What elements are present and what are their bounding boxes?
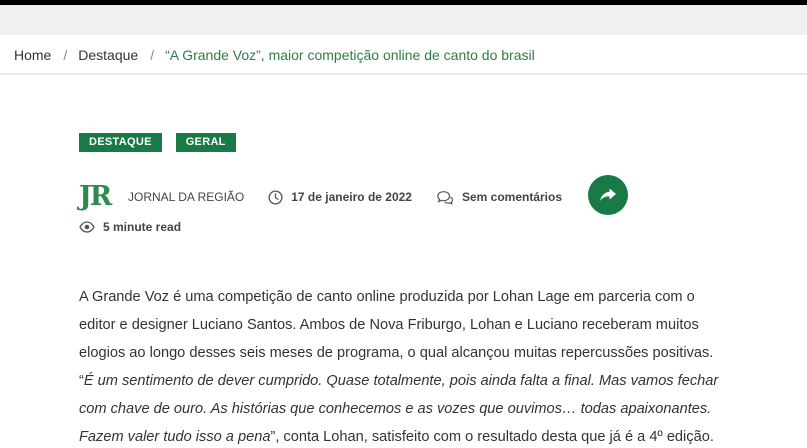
comments-text: Sem comentários <box>461 190 563 204</box>
article-line: A Grande Voz é uma competição de canto o… <box>79 289 695 305</box>
share-icon <box>600 188 616 201</box>
article-meta: JR JORNAL DA REGIÃO 17 de janeiro de 202… <box>79 175 639 215</box>
quote-text: com chave de ouro. As histórias que conh… <box>79 401 712 417</box>
share-button[interactable] <box>588 175 628 215</box>
author-name[interactable]: JORNAL DA REGIÃO <box>128 190 244 204</box>
quote-text: Fazem valer tudo isso a pena <box>79 429 271 445</box>
breadcrumb-home-link[interactable]: Home <box>14 47 51 63</box>
breadcrumb-divider <box>0 73 807 75</box>
quote-attribution: ”, conta Lohan, satisfeito com o resulta… <box>270 429 714 445</box>
breadcrumb-separator: / <box>150 47 155 63</box>
article-line: elogios ao longo desses seis meses de pr… <box>79 345 714 361</box>
breadcrumb-separator: / <box>63 47 68 63</box>
author-logo[interactable]: JR <box>79 182 117 212</box>
category-badges: DESTAQUE GERAL <box>79 133 236 152</box>
read-time-text: 5 minute read <box>103 220 182 234</box>
breadcrumb-current: “A Grande Voz”, maior competição online … <box>165 47 535 63</box>
post-date-text: 17 de janeiro de 2022 <box>291 190 412 204</box>
article-quote-line: “É um sentimento de dever cumprido. Quas… <box>79 367 739 395</box>
category-badge-destaque[interactable]: DESTAQUE <box>79 133 162 152</box>
comments-link[interactable]: Sem comentários <box>436 190 562 205</box>
breadcrumb-section-link[interactable]: Destaque <box>78 47 138 63</box>
post-date: 17 de janeiro de 2022 <box>268 189 412 205</box>
quote-text: É um sentimento de dever cumprido. Quase… <box>83 373 719 389</box>
breadcrumb: Home / Destaque / “A Grande Voz”, maior … <box>14 46 535 64</box>
article-body: A Grande Voz é uma competição de canto o… <box>79 283 739 448</box>
article-quote-line: com chave de ouro. As histórias que conh… <box>79 395 739 423</box>
read-time: 5 minute read <box>79 220 181 234</box>
comments-icon <box>437 190 454 205</box>
article-quote-line: Fazem valer tudo isso a pena”, conta Loh… <box>79 423 739 448</box>
top-gray-bar <box>0 5 807 35</box>
article-line: editor e designer Luciano Santos. Ambos … <box>79 317 699 333</box>
category-badge-geral[interactable]: GERAL <box>175 133 236 152</box>
clock-icon <box>268 189 283 205</box>
eye-icon <box>79 221 95 233</box>
